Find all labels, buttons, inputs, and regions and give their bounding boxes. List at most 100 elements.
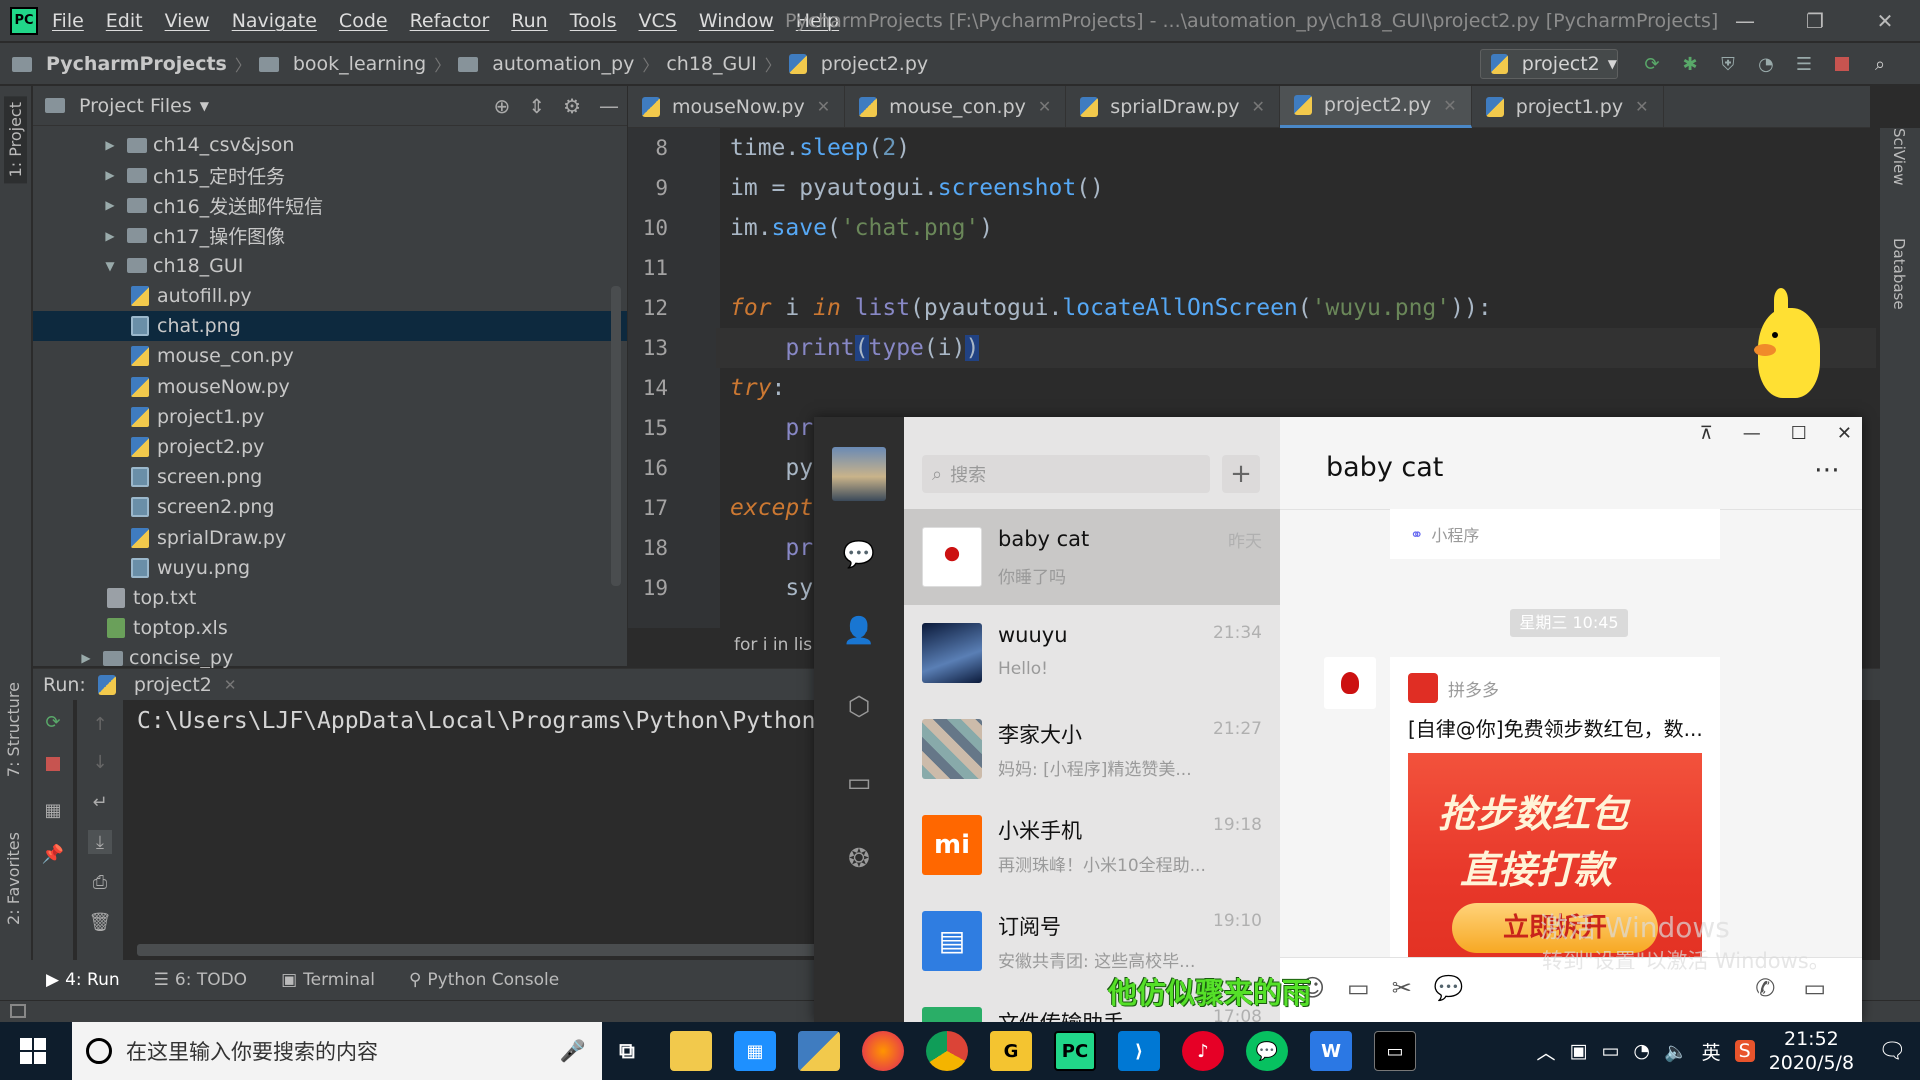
mini-program-card[interactable]: ⚭ 小程序 [1390,509,1720,559]
vscode-icon[interactable]: ⟩ [1118,1031,1160,1071]
layout-toggle-icon[interactable] [10,1004,26,1018]
chat-list-item[interactable]: wuuyu 21:34 Hello! [904,605,1280,701]
favorites-tool-tab[interactable]: 2: Favorites [4,832,23,925]
close-icon[interactable]: ✕ [1038,97,1051,116]
chevron-right-icon[interactable]: ▶ [79,651,93,665]
cube-icon[interactable]: ⬡ [839,687,879,727]
terminal-icon[interactable]: ▭ [1374,1031,1416,1071]
soft-wrap-icon[interactable]: ↵ [88,790,112,814]
chat-list-item[interactable]: baby cat 昨天 你睡了吗 [904,509,1280,605]
contacts-icon[interactable]: 👤 [839,611,879,651]
tree-file[interactable]: project1.py [33,402,627,432]
collapse-all-icon[interactable]: ⇕ [528,94,545,118]
chat-bubble-icon[interactable]: 💬 [1434,974,1464,1002]
avatar[interactable] [832,447,886,501]
tool-tab-terminal[interactable]: ▣ Terminal [281,970,375,990]
python-icon[interactable] [798,1031,840,1071]
volume-icon[interactable]: 🔈 [1664,1040,1688,1063]
minimize-button[interactable]: — [1710,9,1780,33]
folder-icon[interactable]: ▭ [1347,974,1370,1002]
menu-navigate[interactable]: Navigate [232,10,317,32]
chevron-right-icon[interactable]: ▶ [103,229,117,243]
avatar[interactable] [1324,657,1376,709]
chrome-icon[interactable] [926,1031,968,1071]
close-icon[interactable]: ✕ [224,676,237,694]
tree-scrollbar[interactable] [611,286,621,586]
tool-tab-run[interactable]: ▶ 4: Run [46,970,120,990]
breadcrumb-root[interactable]: PycharmProjects [46,53,227,75]
phone-icon[interactable]: ✆ [1755,974,1775,1002]
build-icon[interactable]: ☰ [1792,52,1816,76]
tree-file[interactable]: top.txt [33,583,627,613]
debug-icon[interactable]: ✱ [1678,52,1702,76]
profile-icon[interactable]: ◔ [1754,52,1778,76]
tree-folder[interactable]: ▼ ch18_GUI [33,251,627,281]
editor-tab[interactable]: mouse_con.py ✕ [845,85,1067,128]
firefox-icon[interactable] [862,1031,904,1071]
tree-file[interactable]: mouse_con.py [33,341,627,371]
add-button[interactable]: + [1222,455,1260,493]
close-icon[interactable]: ✕ [1635,97,1648,116]
hide-icon[interactable]: — [599,94,619,118]
chat-list-item[interactable]: mi 小米手机 19:18 再测珠峰！小米10全程助... [904,797,1280,893]
chevron-up-icon[interactable]: ︿ [1536,1038,1555,1065]
sogou-icon[interactable]: S [1734,1040,1755,1062]
chat-icon[interactable]: 💬 [839,535,879,575]
arrow-up-icon[interactable]: ↑ [88,712,112,736]
tree-folder[interactable]: ▶ ch15_定时任务 [33,160,627,190]
project-tool-tab[interactable]: 1: Project [4,96,27,184]
menu-vcs[interactable]: VCS [639,10,677,32]
rerun-icon[interactable]: ⟳ [41,710,65,734]
menu-file[interactable]: File [52,10,84,32]
menu-tools[interactable]: Tools [570,10,617,32]
editor-tab[interactable]: mouseNow.py ✕ [628,85,846,128]
arrow-down-icon[interactable]: ↓ [88,750,112,774]
pin-icon[interactable]: 📌 [41,842,65,866]
breadcrumb-item[interactable]: ch18_GUI [666,53,756,75]
maximize-button[interactable]: ☐ [1791,423,1807,444]
chat-list-item[interactable]: 李家大小 21:27 妈妈: [小程序]精选赞美... [904,701,1280,797]
close-button[interactable]: ✕ [1837,423,1852,444]
gear-icon[interactable]: ⚙ [563,94,581,118]
tree-folder[interactable]: ▶ ch17_操作图像 [33,221,627,251]
close-icon[interactable]: ✕ [1443,96,1456,115]
run-configuration-select[interactable]: project2 ▼ [1480,49,1618,79]
scroll-to-end-icon[interactable]: ⤓ [88,830,112,854]
file-explorer-icon[interactable] [670,1031,712,1071]
search-icon[interactable]: ⌕ [1868,52,1892,76]
coverage-icon[interactable]: ⛨ [1716,52,1740,76]
action-center-icon[interactable]: 🗨 [1878,1039,1906,1064]
tree-file[interactable]: wuyu.png [33,553,627,583]
tree-file[interactable]: sprialDraw.py [33,523,627,553]
moments-icon[interactable]: ❂ [839,839,879,879]
run-tab[interactable]: project2 [134,674,212,696]
trash-icon[interactable]: 🗑 [88,910,112,934]
rerun-icon[interactable]: ⟳ [1640,52,1664,76]
tree-file[interactable]: autofill.py [33,281,627,311]
menu-view[interactable]: View [165,10,210,32]
editor-tab-active[interactable]: project2.py ✕ [1279,85,1472,128]
ime-indicator[interactable]: 英 [1702,1038,1721,1065]
wps-icon[interactable]: W [1310,1031,1352,1071]
tree-folder[interactable]: ▶ ch14_csv&json [33,130,627,160]
taskbar-search-input[interactable]: 在这里输入你要搜索的内容 🎤 [72,1022,602,1080]
tree-file[interactable]: chat.png [33,311,627,342]
minimize-button[interactable]: — [1743,423,1761,444]
close-button[interactable]: ✕ [1850,9,1920,33]
battery-icon[interactable]: ▭ [1601,1040,1619,1062]
menu-window[interactable]: Window [699,10,774,32]
print-icon[interactable]: ⎙ [88,870,112,894]
sciview-tool-tab[interactable]: SciView [1890,128,1908,186]
restore-button[interactable]: ❐ [1780,9,1850,33]
browser-icon[interactable]: G [990,1031,1032,1071]
clock[interactable]: 21:52 2020/5/8 [1769,1027,1854,1075]
folder-icon[interactable]: ▭ [839,763,879,803]
stop-icon[interactable] [1830,52,1854,76]
notification-app-icon[interactable]: ▣ [1569,1040,1587,1062]
tool-tab-todo[interactable]: ☰ 6: TODO [154,970,247,990]
scissors-icon[interactable]: ✂ [1392,974,1412,1002]
tree-file[interactable]: toptop.xls [33,613,627,643]
menu-refactor[interactable]: Refactor [410,10,490,32]
menu-code[interactable]: Code [339,10,388,32]
output-scrollbar[interactable] [137,944,817,956]
